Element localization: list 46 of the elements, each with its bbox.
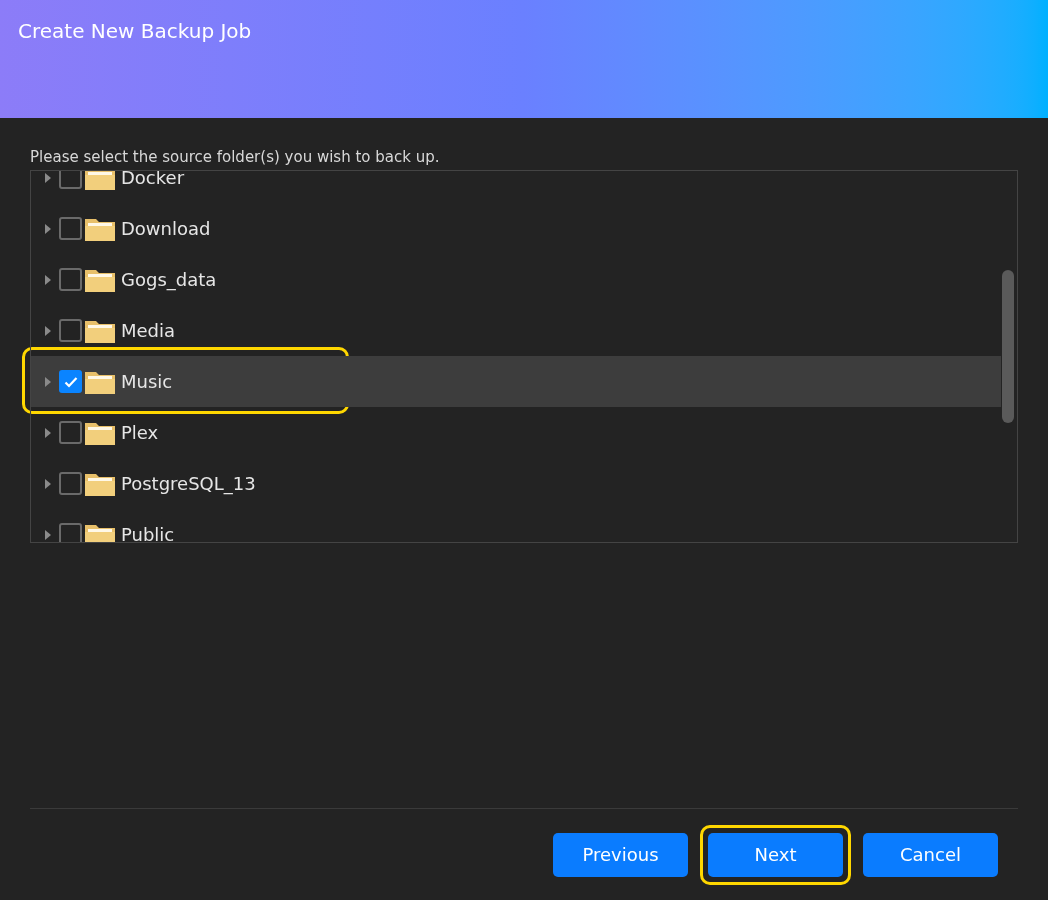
folder-icon [85, 369, 115, 394]
folder-icon [85, 420, 115, 445]
checkbox[interactable] [59, 268, 82, 291]
checkbox[interactable] [59, 370, 82, 393]
expand-arrow-icon[interactable] [45, 325, 51, 336]
folder-icon [85, 216, 115, 241]
instruction-text: Please select the source folder(s) you wish to back up. [30, 147, 440, 168]
folder-icon [85, 318, 115, 343]
checkbox[interactable] [59, 523, 82, 542]
folder-icon [85, 171, 115, 190]
expand-arrow-icon[interactable] [45, 274, 51, 285]
expand-arrow-icon[interactable] [45, 172, 51, 183]
checkbox[interactable] [59, 472, 82, 495]
checkbox[interactable] [59, 217, 82, 240]
folder-icon [85, 267, 115, 292]
folder-icon [85, 471, 115, 496]
folder-row[interactable]: PostgreSQL_13 [31, 458, 1001, 509]
scrollbar[interactable] [1002, 270, 1014, 423]
expand-arrow-icon[interactable] [45, 529, 51, 540]
expand-arrow-icon[interactable] [45, 427, 51, 438]
folder-row[interactable]: Gogs_data [31, 254, 1001, 305]
folder-row[interactable]: Music [31, 356, 1001, 407]
folder-row[interactable]: Docker [31, 171, 1001, 203]
expand-arrow-icon[interactable] [45, 223, 51, 234]
checkbox[interactable] [59, 421, 82, 444]
folder-name: PostgreSQL_13 [121, 472, 256, 497]
folder-name: Download [121, 217, 211, 241]
checkbox[interactable] [59, 171, 82, 189]
folder-row[interactable]: Media [31, 305, 1001, 356]
dialog-button[interactable]: Cancel [863, 832, 998, 877]
folder-row[interactable]: Public [31, 509, 1001, 542]
folder-icon [85, 522, 115, 542]
folder-name: Media [121, 319, 176, 343]
dialog-button[interactable]: Previous [553, 832, 688, 877]
dialog-button[interactable]: Next [708, 832, 843, 877]
folder-name: Music [121, 370, 173, 394]
folder-row[interactable]: Plex [31, 407, 1001, 458]
folder-row[interactable]: Download [31, 203, 1001, 254]
folder-name: Docker [121, 171, 185, 190]
window-title: Create New Backup Job [18, 18, 252, 45]
folder-name: Public [121, 523, 175, 542]
checkbox[interactable] [59, 319, 82, 342]
expand-arrow-icon[interactable] [45, 376, 51, 387]
expand-arrow-icon[interactable] [45, 478, 51, 489]
folder-name: Gogs_data [121, 268, 217, 293]
folder-name: Plex [121, 421, 159, 445]
